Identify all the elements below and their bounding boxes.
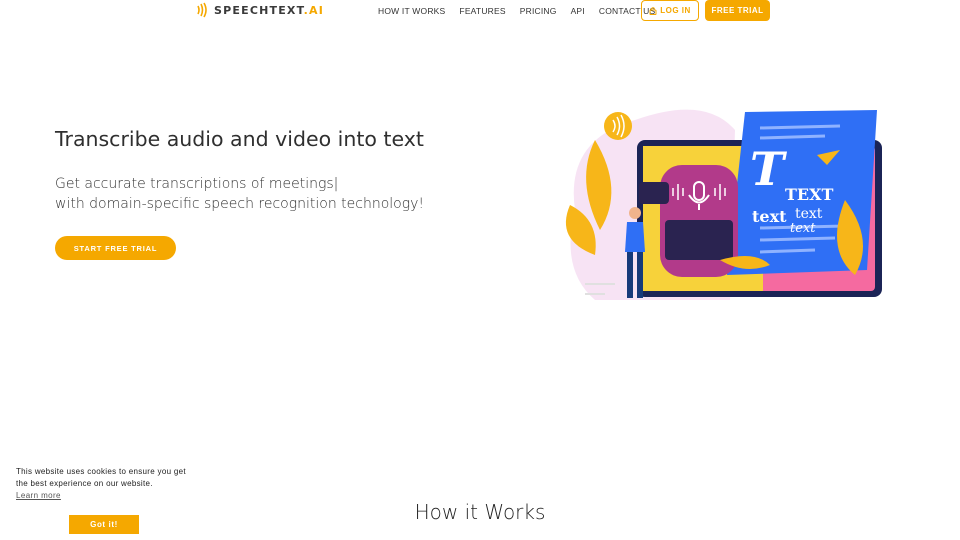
speech-bubble: [604, 112, 632, 140]
text-label-1: TEXT: [785, 185, 834, 204]
nav-how-it-works[interactable]: HOW IT WORKS: [378, 6, 445, 16]
letter-t: T: [750, 142, 788, 196]
nav-pricing[interactable]: PRICING: [520, 6, 557, 16]
site-header: SPEECHTEXT.AI HOW IT WORKS FEATURES PRIC…: [0, 0, 960, 22]
lock-icon: [649, 7, 657, 15]
hero-subtitle-line-1: Get accurate transcriptions of meetings|: [55, 176, 339, 192]
login-button[interactable]: LOG IN: [641, 0, 699, 21]
hero-illustration: T TEXT text text text: [565, 109, 882, 300]
cookie-banner: This website uses cookies to ensure you …: [16, 466, 186, 534]
logo[interactable]: SPEECHTEXT.AI: [196, 2, 324, 18]
hero-title: Transcribe audio and video into text: [55, 127, 424, 151]
text-label-4: text: [790, 221, 816, 236]
text-label-2: text: [752, 207, 787, 226]
microphone-grille: [665, 220, 733, 260]
sound-wave-icon: [197, 2, 207, 18]
person-head: [629, 207, 641, 219]
cookie-message: This website uses cookies to ensure you …: [16, 467, 186, 488]
page: SPEECHTEXT.AI HOW IT WORKS FEATURES PRIC…: [0, 0, 960, 540]
small-card: [639, 182, 669, 204]
main-nav: HOW IT WORKS FEATURES PRICING API CONTAC…: [378, 0, 669, 21]
start-free-trial-button[interactable]: START FREE TRIAL: [55, 236, 176, 260]
how-it-works-title: How it Works: [414, 500, 546, 524]
logo-text: SPEECHTEXT.AI: [214, 3, 325, 17]
free-trial-button[interactable]: FREE TRIAL: [705, 0, 770, 21]
person-body: [625, 222, 645, 252]
nav-api[interactable]: API: [571, 6, 585, 16]
hero-subtitle: Get accurate transcriptions of meetings|…: [55, 174, 424, 214]
learn-more-link[interactable]: Learn more: [16, 491, 186, 500]
nav-features[interactable]: FEATURES: [459, 6, 505, 16]
login-label: LOG IN: [660, 6, 691, 15]
hero-subtitle-line-2: with domain-specific speech recognition …: [55, 196, 425, 212]
text-label-3: text: [795, 206, 823, 222]
